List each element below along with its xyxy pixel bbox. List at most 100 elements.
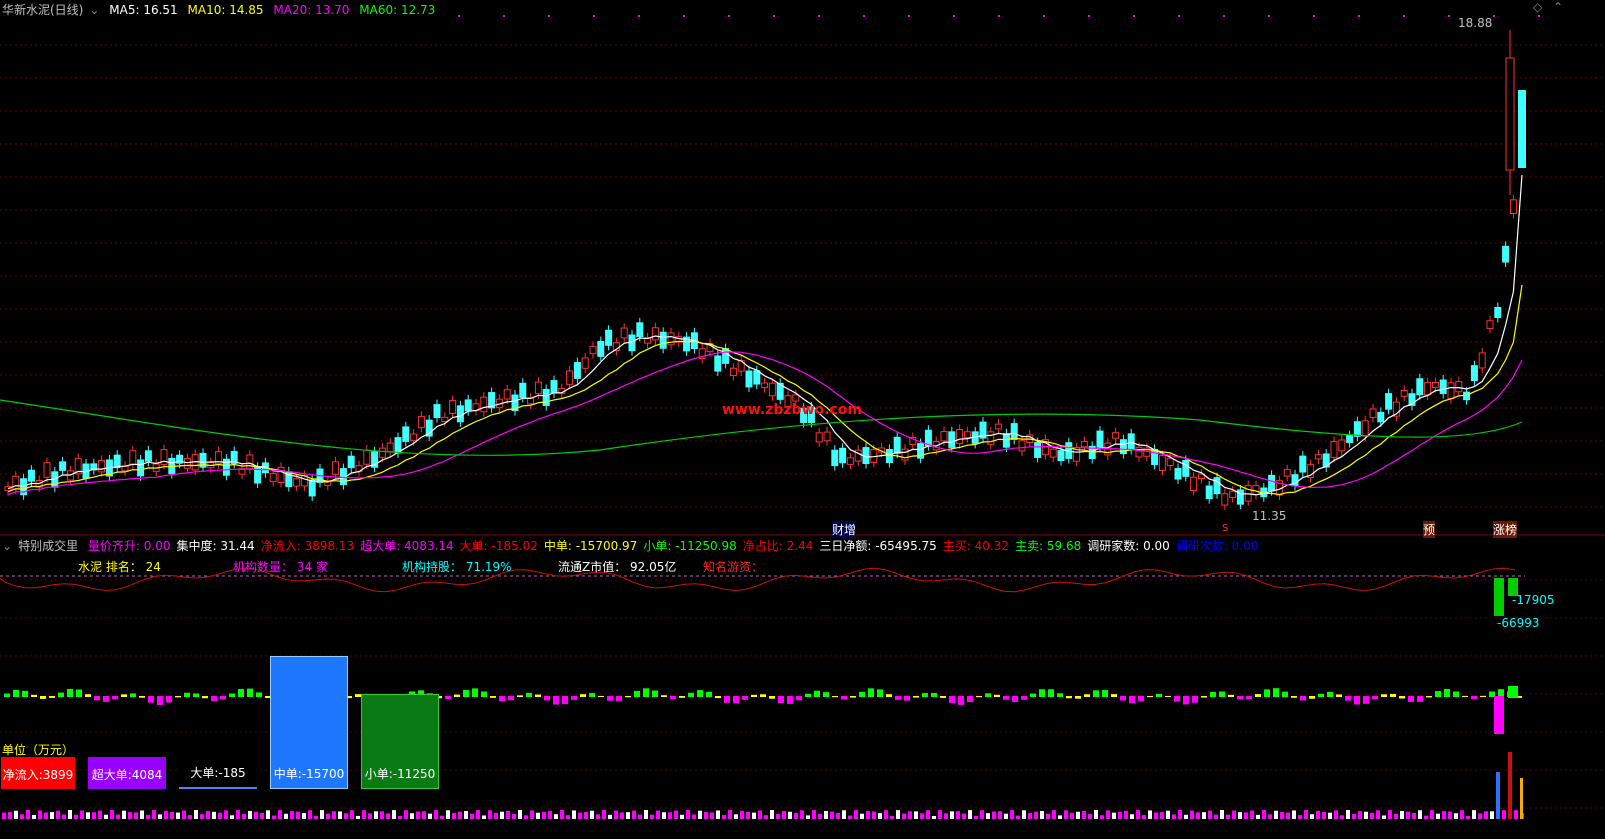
candle-body — [1338, 439, 1346, 452]
volume-bar — [908, 811, 912, 819]
volume-bar — [1322, 811, 1326, 819]
candle-body — [1518, 90, 1526, 168]
volume-bar — [38, 810, 42, 819]
stock-title[interactable]: 华新水泥(日线) — [2, 3, 83, 17]
volume-bar — [1220, 810, 1224, 819]
volume-bar — [1244, 812, 1248, 819]
signal-dot — [1493, 15, 1495, 17]
flow-bar — [1210, 691, 1216, 697]
volume-bar — [704, 812, 708, 819]
volume-bar — [1424, 815, 1428, 819]
candle-body — [815, 432, 823, 443]
medium-order-button[interactable]: 中单:-15700 — [270, 656, 348, 789]
medium-order-label: 中单:-15700 — [273, 767, 345, 781]
volume-bar — [794, 812, 798, 819]
volume-bar — [140, 810, 144, 819]
volume-bar — [1364, 811, 1368, 819]
flow-bar — [841, 696, 847, 700]
volume-bar — [932, 815, 936, 819]
candle-body — [636, 322, 644, 338]
volume-bar — [278, 810, 282, 819]
volume-bar — [236, 810, 240, 819]
candle-body — [948, 431, 956, 448]
candle-body — [581, 357, 589, 369]
flow-bar — [85, 694, 91, 697]
flow-bar — [49, 696, 55, 698]
flow-bar — [1273, 688, 1279, 697]
flow-bar — [1363, 696, 1369, 704]
volume-bar — [710, 812, 714, 819]
volume-bar — [1340, 815, 1344, 819]
volume-bar — [1286, 812, 1290, 819]
volume-bar — [1418, 810, 1422, 819]
candle-body — [1439, 379, 1447, 395]
chart-canvas — [0, 15, 1605, 819]
flow-bar — [1291, 696, 1297, 698]
volume-bar — [1472, 810, 1476, 819]
candle-body — [605, 329, 613, 346]
event-yu[interactable]: 预 — [1423, 521, 1436, 538]
flow-bar — [1399, 696, 1405, 699]
expand-icon[interactable]: ⌃ — [1553, 0, 1563, 14]
dropdown-icon[interactable]: ⌄ — [89, 3, 99, 17]
candle-body — [659, 331, 667, 349]
flow-bar — [166, 696, 172, 703]
volume-bar — [674, 810, 678, 819]
indicator-item: 小单: -11250.98 — [643, 539, 737, 553]
flow-bar — [463, 689, 469, 697]
volume-bar — [770, 810, 774, 819]
flow-bar — [535, 694, 541, 697]
dropdown-icon[interactable]: ⌄ — [2, 539, 12, 553]
indicator-name[interactable]: 特别成交里 — [18, 539, 78, 553]
industry-rank: 水泥 排名： 24 — [78, 560, 161, 574]
volume-bar — [572, 810, 576, 819]
volume-bar — [326, 813, 330, 819]
flow-bar — [814, 690, 820, 697]
flow-bar — [103, 696, 109, 702]
flow-bar — [1075, 696, 1081, 699]
candle-body — [995, 423, 1003, 430]
candle-body — [293, 478, 301, 487]
flow-bar — [1494, 578, 1504, 616]
flow-bar — [544, 696, 550, 701]
candle-body — [1283, 469, 1291, 477]
flow-bar — [121, 694, 127, 697]
candle-body — [1049, 448, 1057, 458]
volume-bar — [182, 810, 186, 819]
candle-body — [823, 431, 831, 442]
candle-body — [519, 382, 527, 398]
volume-bar — [536, 812, 540, 819]
volume-bar — [1382, 815, 1386, 819]
volume-bar — [812, 810, 816, 819]
volume-bar — [230, 815, 234, 819]
flow-bar — [796, 696, 802, 701]
volume-bar — [638, 814, 642, 819]
super-large-button[interactable]: 超大单:4084 — [88, 757, 166, 789]
volume-bar — [662, 812, 666, 819]
small-order-button[interactable]: 小单:-11250 — [361, 693, 439, 789]
volume-bar — [332, 811, 336, 819]
flow-bar — [1381, 694, 1387, 697]
flow-bar — [67, 688, 73, 697]
signal-dot — [1448, 15, 1450, 17]
flow-bar — [1327, 691, 1333, 697]
flow-bar — [976, 696, 982, 698]
diamond-icon[interactable]: ◇ — [1533, 0, 1542, 14]
volume-bar — [746, 811, 750, 819]
flow-bar — [1138, 696, 1144, 702]
volume-bar — [1160, 812, 1164, 819]
flow-bar — [1300, 696, 1306, 701]
event-s[interactable]: S — [1222, 523, 1228, 534]
candle-body — [441, 416, 449, 422]
flow-bar — [1228, 694, 1234, 697]
net-inflow-button[interactable]: 净流入:3899 — [1, 757, 75, 789]
event-zhangbang[interactable]: 涨榜 — [1493, 521, 1518, 538]
flow-bar — [778, 696, 784, 703]
flow-bar — [1147, 696, 1153, 698]
volume-bar — [428, 813, 432, 819]
flow-bar — [1246, 696, 1252, 700]
large-order-button[interactable]: 大单:-185 — [179, 757, 257, 789]
volume-bar — [32, 814, 36, 819]
flow-bar — [859, 691, 865, 697]
event-caizeng[interactable]: 财增 — [832, 521, 857, 538]
